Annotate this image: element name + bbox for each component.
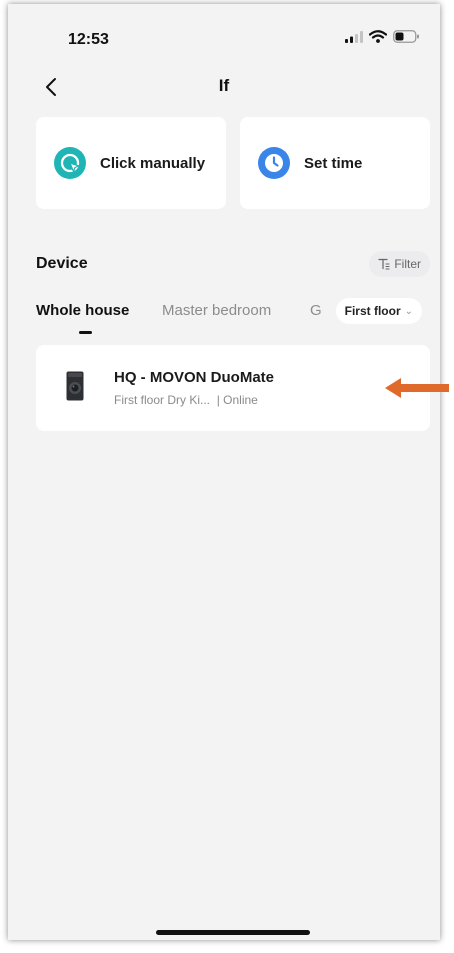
washing-machine-icon xyxy=(66,371,84,401)
room-tabs: Whole house Master bedroom G First floor… xyxy=(8,298,440,340)
active-tab-indicator xyxy=(79,331,92,334)
floor-select[interactable]: First floor ⌄ xyxy=(335,298,422,324)
filter-icon xyxy=(378,258,390,270)
clock-icon xyxy=(258,147,290,179)
header: If xyxy=(8,68,440,112)
device-subtitle: First floor Dry Ki... | Online xyxy=(114,393,258,407)
status-time: 12:53 xyxy=(68,31,109,48)
chevron-down-icon: ⌄ xyxy=(404,305,413,317)
page-title: If xyxy=(218,76,230,95)
device-section-title: Device xyxy=(36,255,88,272)
battery-icon xyxy=(393,30,419,43)
click-manually-card[interactable]: Click manually xyxy=(36,117,226,209)
device-status: | Online xyxy=(216,393,258,407)
status-bar: 12:53 xyxy=(8,4,440,68)
set-time-card[interactable]: Set time xyxy=(240,117,430,209)
home-indicator xyxy=(156,930,310,935)
click-manually-label: Click manually xyxy=(100,154,206,172)
filter-label: Filter xyxy=(394,257,421,271)
device-card[interactable]: HQ - MOVON DuoMate First floor Dry Ki...… xyxy=(36,345,430,431)
device-name: HQ - MOVON DuoMate xyxy=(114,369,274,386)
set-time-label: Set time xyxy=(304,154,363,172)
cellular-signal-icon xyxy=(345,30,363,43)
tab-g[interactable]: G xyxy=(310,302,322,319)
app-screen: 12:53 If Click manually Set time Device … xyxy=(8,4,440,940)
wifi-icon xyxy=(369,30,387,43)
device-location: First floor Dry Ki... xyxy=(114,393,211,407)
filter-button[interactable]: Filter xyxy=(369,251,430,277)
annotation-arrow-icon xyxy=(385,378,449,398)
floor-select-value: First floor xyxy=(344,304,401,318)
tap-cursor-icon xyxy=(54,147,86,179)
status-icons xyxy=(345,30,420,43)
tab-whole-house[interactable]: Whole house xyxy=(36,302,129,319)
tab-master-bedroom[interactable]: Master bedroom xyxy=(162,302,271,319)
